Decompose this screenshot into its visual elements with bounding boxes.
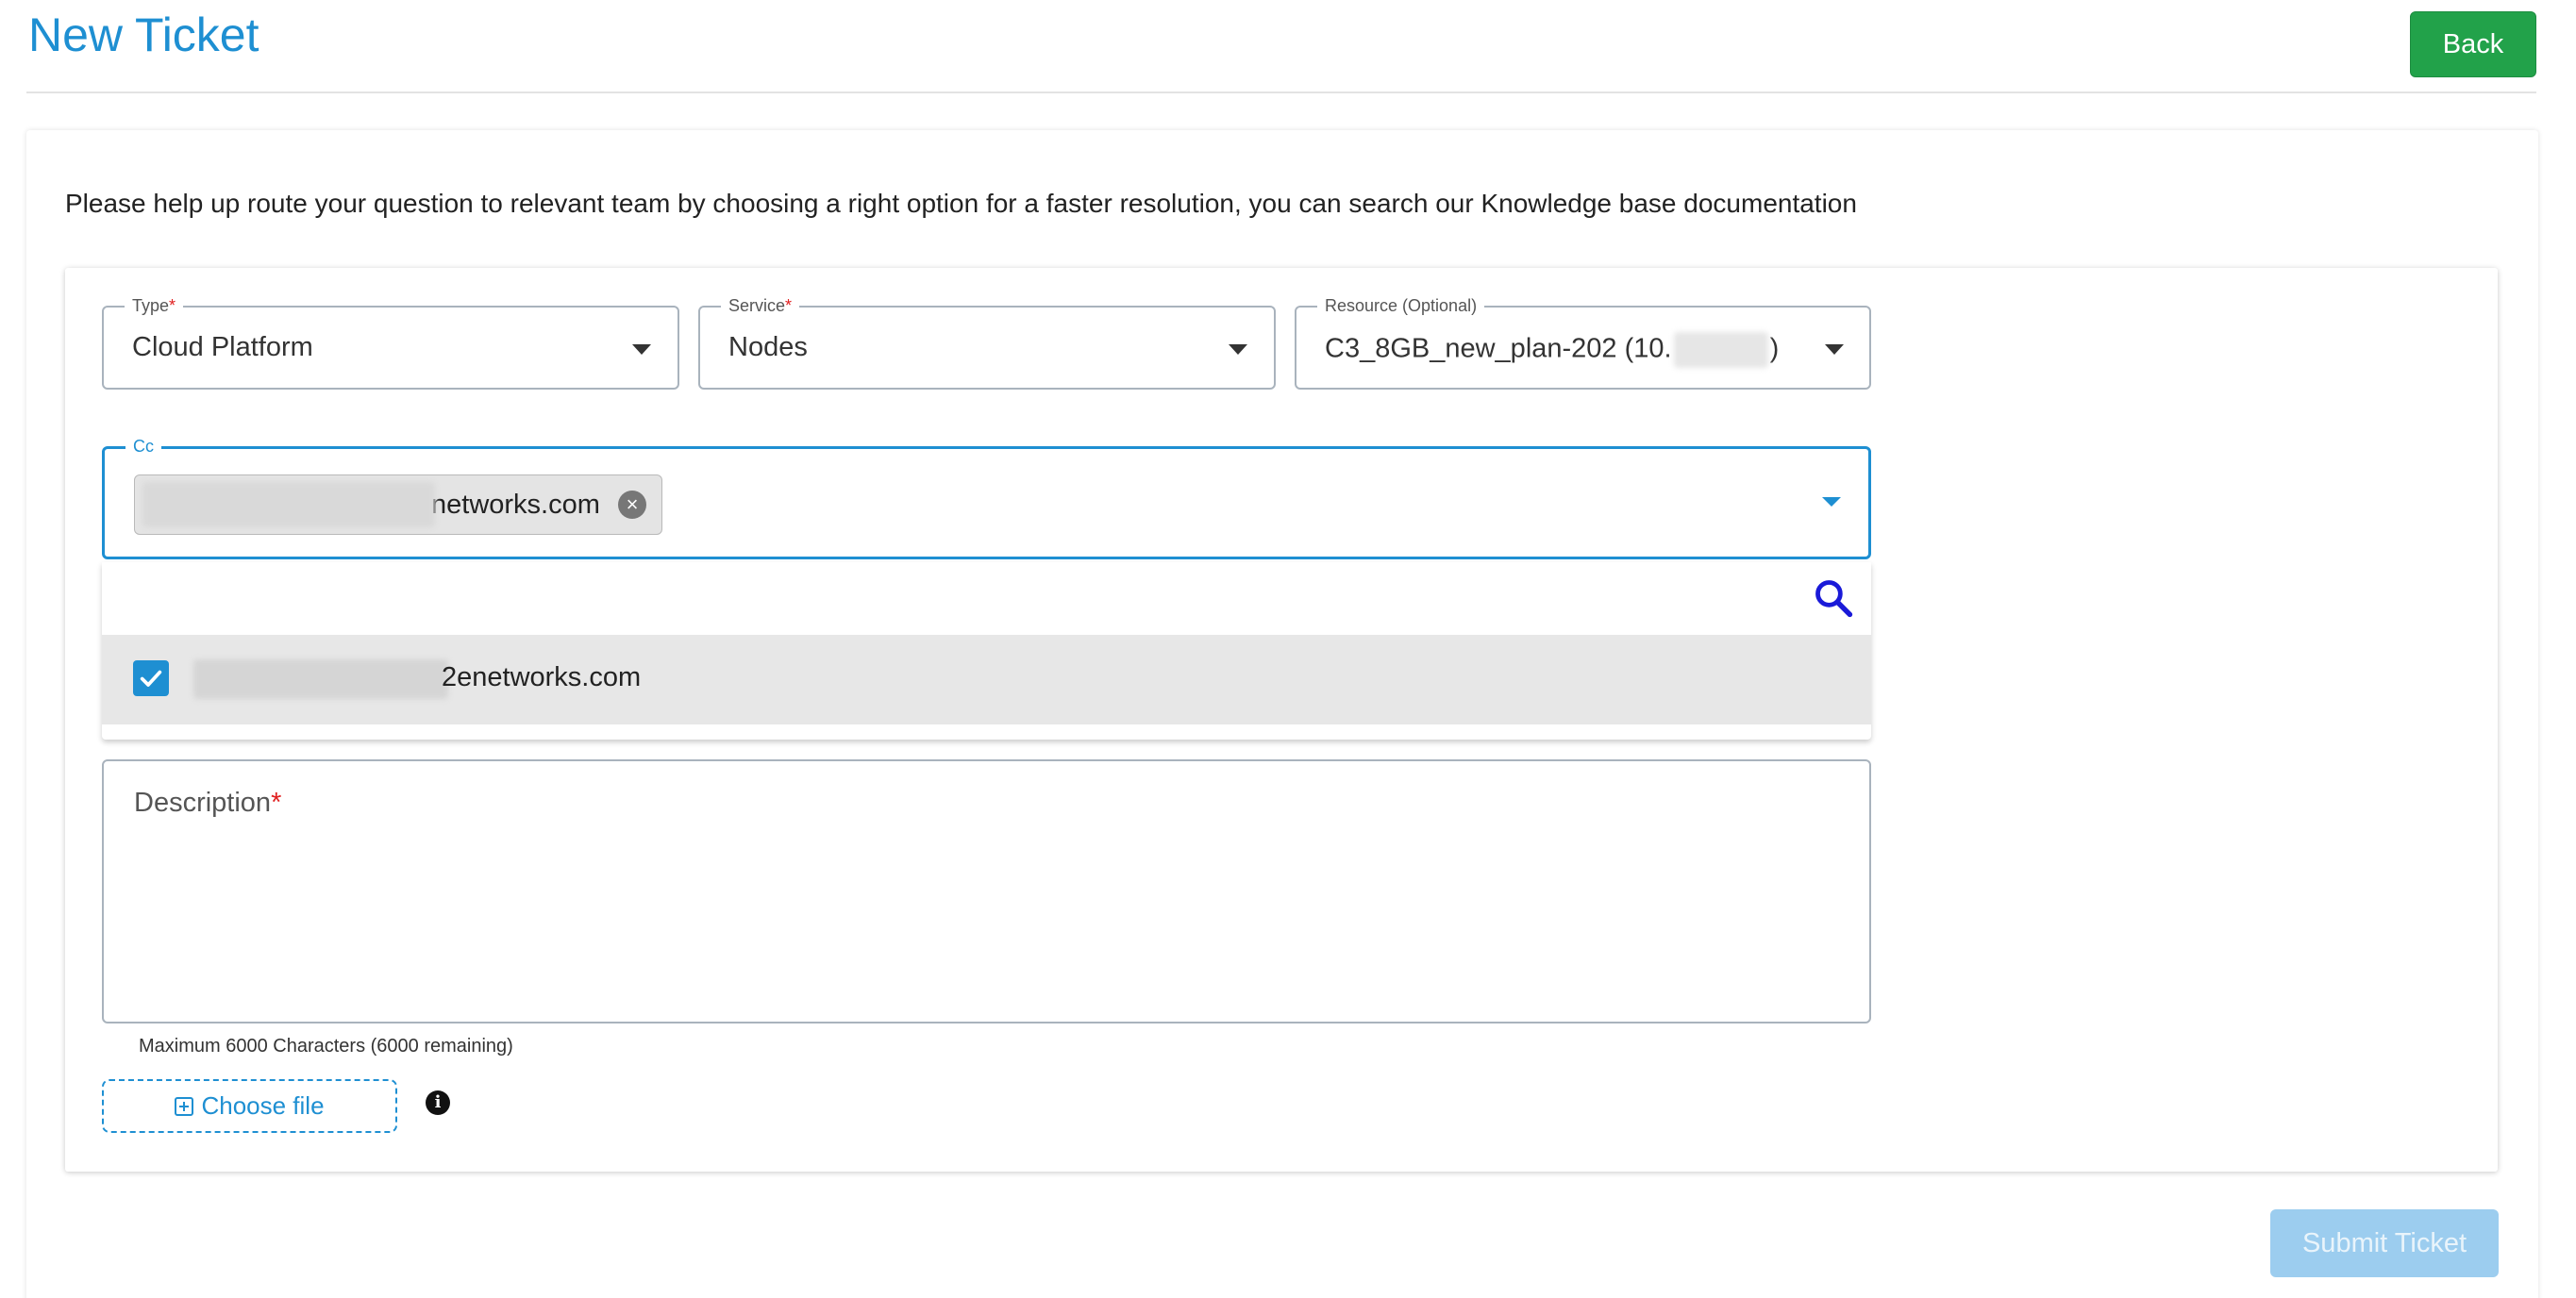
header-divider (26, 92, 2536, 93)
cc-chip-text: networks.com (431, 489, 600, 520)
resource-value: C3_8GB_new_plan-202 (10.) (1325, 332, 1779, 368)
type-label: Type* (125, 294, 184, 317)
check-icon (140, 670, 162, 687)
page-title: New Ticket (28, 8, 259, 61)
caret-down-icon[interactable] (1822, 497, 1841, 507)
description-textarea[interactable]: Description* (102, 759, 1871, 1023)
submit-ticket-button[interactable]: Submit Ticket (2270, 1209, 2499, 1277)
caret-down-icon (632, 344, 651, 355)
back-button[interactable]: Back (2410, 11, 2536, 77)
choose-file-label: Choose file (201, 1091, 325, 1120)
search-icon[interactable] (1813, 577, 1854, 619)
cc-select[interactable]: Cc networks.com × (102, 435, 1871, 559)
intro-text: Please help up route your question to re… (65, 189, 1857, 218)
type-select[interactable]: Type* Cloud Platform (102, 294, 679, 390)
resource-select[interactable]: Resource (Optional) C3_8GB_new_plan-202 … (1295, 294, 1871, 390)
plus-square-icon (175, 1096, 194, 1116)
redacted-email (142, 482, 435, 527)
redacted-ip (1673, 332, 1768, 368)
choose-file-button[interactable]: Choose file (102, 1079, 397, 1133)
redacted-email (193, 659, 448, 699)
char-count-hint: Maximum 6000 Characters (6000 remaining) (139, 1036, 513, 1057)
info-icon[interactable]: i (426, 1090, 450, 1115)
service-label: Service* (721, 294, 800, 317)
resource-label: Resource (Optional) (1317, 294, 1485, 317)
cc-dropdown-panel: 2enetworks.com (102, 562, 1871, 740)
cc-chip: networks.com × (134, 474, 662, 535)
close-circle-icon[interactable]: × (618, 491, 646, 519)
cc-label: Cc (125, 435, 161, 458)
cc-option[interactable]: 2enetworks.com (102, 635, 1871, 724)
option-checkbox[interactable] (133, 660, 169, 696)
type-value: Cloud Platform (132, 332, 313, 362)
description-label: Description* (134, 788, 282, 818)
service-value: Nodes (728, 332, 808, 362)
cc-option-text: 2enetworks.com (442, 662, 642, 692)
caret-down-icon (1229, 344, 1247, 355)
service-select[interactable]: Service* Nodes (698, 294, 1276, 390)
caret-down-icon (1825, 344, 1844, 355)
